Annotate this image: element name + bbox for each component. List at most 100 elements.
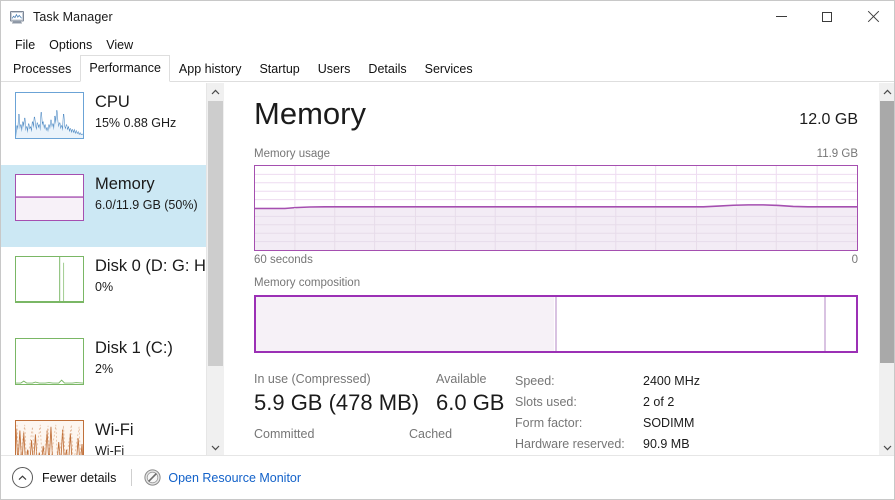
menu-item-view[interactable]: View xyxy=(99,35,140,55)
title-bar: Task Manager xyxy=(1,1,894,32)
sidebar-item-disk-0-title: Disk 0 (D: G: H: xyxy=(95,257,206,275)
open-resource-monitor-label: Open Resource Monitor xyxy=(168,470,302,485)
sidebar-item-wifi[interactable]: Wi-Fi Wi-Fi S: 0 R: 8.0 Kbps xyxy=(1,411,206,456)
tab-app-history[interactable]: App history xyxy=(170,58,251,81)
spec-row-form-factor: Form factor: SODIMM xyxy=(515,413,700,434)
tab-performance[interactable]: Performance xyxy=(80,55,170,82)
spec-value-speed: 2400 MHz xyxy=(643,374,700,388)
stat-cached: Cached xyxy=(409,426,452,443)
memory-stats: In use (Compressed) 5.9 GB (478 MB) Avai… xyxy=(254,371,858,456)
fewer-details-button[interactable]: Fewer details xyxy=(12,467,116,488)
in-use-value: 5.9 GB (478 MB) xyxy=(254,390,420,415)
menu-item-options[interactable]: Options xyxy=(42,35,99,55)
sidebar-item-disk-1-sub: 2% xyxy=(95,362,114,376)
sidebar-item-disk-1[interactable]: Disk 1 (C:) 2% xyxy=(1,329,206,411)
task-manager-window: Task Manager File Options View Processes… xyxy=(0,0,895,500)
minimize-icon xyxy=(775,16,787,17)
status-bar: Fewer details Open Resource Monitor xyxy=(1,455,894,499)
composition-segment-in-use xyxy=(256,297,554,351)
sidebar-item-memory[interactable]: Memory 6.0/11.9 GB (50%) xyxy=(1,165,206,247)
main-scrollbar-thumb[interactable] xyxy=(880,101,894,363)
menu-bar: File Options View xyxy=(1,34,894,56)
cached-label: Cached xyxy=(409,427,453,441)
axis-left-label: 60 seconds xyxy=(254,254,313,266)
wifi-graph-thumbnail xyxy=(15,420,84,456)
spec-key-slots-used: Slots used: xyxy=(515,395,577,409)
memory-composition-labels: Memory composition xyxy=(254,277,858,289)
sidebar-item-wifi-sub: Wi-Fi xyxy=(95,444,125,456)
spec-row-speed: Speed: 2400 MHz xyxy=(515,371,700,392)
performance-sidebar: CPU 15% 0.88 GHz Memory 6.0/11.9 GB (50%… xyxy=(1,83,207,456)
axis-right-label: 0 xyxy=(851,254,858,266)
stat-committed: Committed xyxy=(254,426,314,443)
tab-strip: Processes Performance App history Startu… xyxy=(1,55,894,82)
memory-usage-graph xyxy=(254,165,858,251)
cpu-graph-thumbnail xyxy=(15,92,84,139)
main-scroll-down-icon[interactable] xyxy=(879,439,894,456)
sidebar-item-memory-sub: 6.0/11.9 GB (50%) xyxy=(95,198,198,212)
chevron-up-icon xyxy=(12,467,33,488)
resource-monitor-icon xyxy=(144,469,161,486)
spec-value-slots-used: 2 of 2 xyxy=(643,395,675,409)
available-value: 6.0 GB xyxy=(436,390,505,415)
sidebar-item-cpu[interactable]: CPU 15% 0.88 GHz xyxy=(1,83,206,165)
close-button[interactable] xyxy=(850,1,894,32)
in-use-label: In use (Compressed) xyxy=(254,372,371,386)
sidebar-scrollbar[interactable] xyxy=(207,83,224,456)
spec-row-slots-used: Slots used: 2 of 2 xyxy=(515,392,700,413)
committed-label: Committed xyxy=(254,427,315,441)
memory-graph-thumbnail xyxy=(15,174,84,221)
spec-key-speed: Speed: xyxy=(515,374,555,388)
sidebar-item-disk-1-title: Disk 1 (C:) xyxy=(95,339,173,357)
tab-processes[interactable]: Processes xyxy=(4,58,80,81)
memory-composition-label: Memory composition xyxy=(254,277,361,289)
disk0-graph-thumbnail xyxy=(15,256,84,303)
spec-row-hardware-reserved: Hardware reserved: 90.9 MB xyxy=(515,434,700,455)
sidebar-item-cpu-title: CPU xyxy=(95,93,130,111)
stat-available: Available 6.0 GB xyxy=(436,371,504,417)
page-title: Memory xyxy=(254,96,366,131)
sidebar-item-disk-0[interactable]: Disk 0 (D: G: H: 0% xyxy=(1,247,206,329)
minimize-button[interactable] xyxy=(758,1,804,32)
tab-users[interactable]: Users xyxy=(309,58,360,81)
open-resource-monitor-link[interactable]: Open Resource Monitor xyxy=(144,469,301,486)
memory-total: 12.0 GB xyxy=(799,111,858,128)
task-manager-icon xyxy=(10,9,26,25)
maximize-button[interactable] xyxy=(804,1,850,32)
scroll-down-icon[interactable] xyxy=(207,439,224,456)
disk1-graph-thumbnail xyxy=(15,338,84,385)
tab-services[interactable]: Services xyxy=(416,58,482,81)
spec-key-hardware-reserved: Hardware reserved: xyxy=(515,437,625,451)
composition-divider-modified xyxy=(555,297,557,351)
memory-specs: Speed: 2400 MHz Slots used: 2 of 2 Form … xyxy=(515,371,700,455)
main-scroll-up-icon[interactable] xyxy=(879,83,894,100)
spec-value-form-factor: SODIMM xyxy=(643,416,695,430)
spec-key-form-factor: Form factor: xyxy=(515,416,583,430)
status-separator xyxy=(131,469,133,486)
memory-composition-bar xyxy=(254,295,858,353)
memory-header: Memory 12.0 GB xyxy=(254,95,858,133)
menu-item-file[interactable]: File xyxy=(8,35,42,55)
memory-usage-max: 11.9 GB xyxy=(816,148,858,160)
composition-divider-free xyxy=(824,297,826,351)
sidebar-item-memory-title: Memory xyxy=(95,175,155,193)
available-label: Available xyxy=(436,372,487,386)
tab-startup[interactable]: Startup xyxy=(250,58,308,81)
tab-details[interactable]: Details xyxy=(359,58,415,81)
main-scrollbar[interactable] xyxy=(879,83,894,456)
sidebar-item-disk-0-sub: 0% xyxy=(95,280,114,294)
memory-usage-label: Memory usage xyxy=(254,148,331,160)
memory-usage-plot xyxy=(255,166,857,250)
memory-usage-labels: Memory usage 11.9 GB xyxy=(254,148,858,160)
maximize-icon xyxy=(822,11,832,22)
close-icon xyxy=(867,11,879,23)
scroll-up-icon[interactable] xyxy=(207,83,224,100)
spec-value-hardware-reserved: 90.9 MB xyxy=(643,437,690,451)
sidebar-scrollbar-thumb[interactable] xyxy=(208,101,223,366)
sidebar-item-cpu-sub: 15% 0.88 GHz xyxy=(95,116,177,130)
fewer-details-label: Fewer details xyxy=(42,470,117,485)
window-controls xyxy=(758,1,894,32)
memory-detail-panel: Memory 12.0 GB Memory usage 11.9 GB 60 s… xyxy=(225,83,879,456)
sidebar-item-wifi-title: Wi-Fi xyxy=(95,421,134,439)
content-area: CPU 15% 0.88 GHz Memory 6.0/11.9 GB (50%… xyxy=(1,83,894,456)
